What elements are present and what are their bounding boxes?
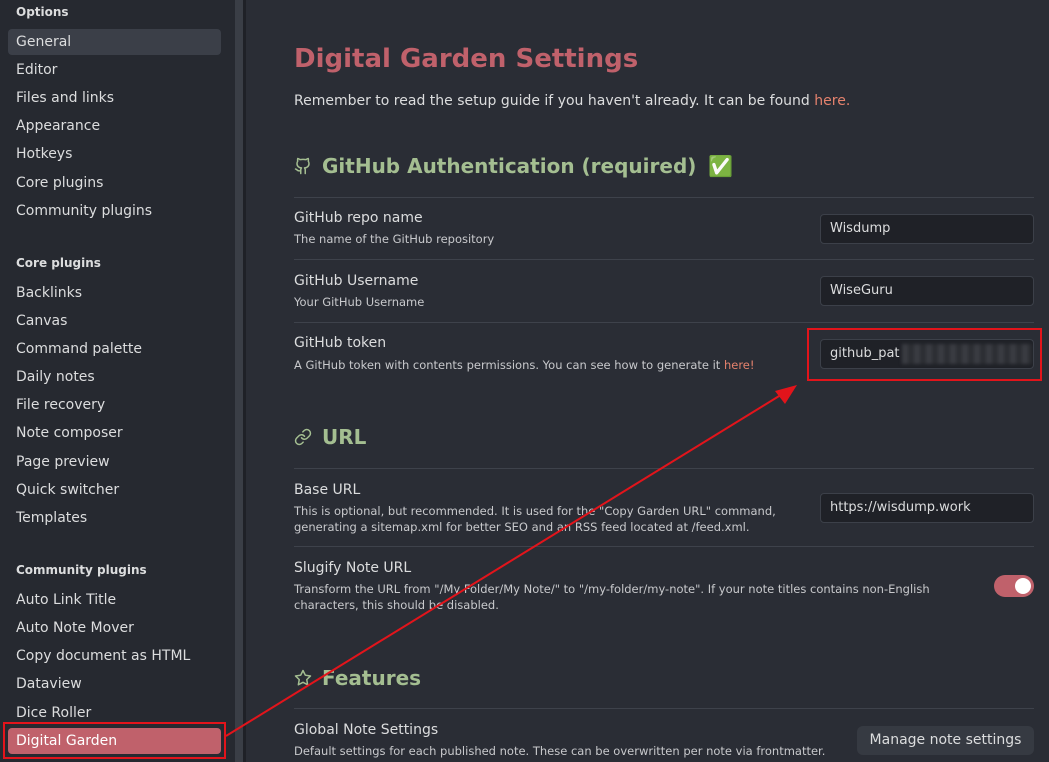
manage-note-settings-button[interactable]: Manage note settings — [857, 726, 1034, 755]
sidebar-item-page-preview[interactable]: Page preview — [8, 449, 221, 475]
sidebar-item-daily-notes[interactable]: Daily notes — [8, 364, 221, 390]
section-features-title: Features — [322, 666, 422, 690]
settings-content: Digital Garden Settings Remember to read… — [246, 0, 1049, 762]
username-description: Your GitHub Username — [294, 295, 425, 309]
link-icon — [294, 428, 312, 446]
base-url-input[interactable]: https://wisdump.work — [820, 493, 1034, 523]
sidebar-item-copy-document-as-html[interactable]: Copy document as HTML — [8, 643, 221, 669]
setup-guide-link[interactable]: here. — [814, 93, 850, 109]
global-settings-label: Global Note Settings — [294, 722, 439, 738]
token-description-text: A GitHub token with contents permissions… — [294, 358, 724, 372]
group-title-options: Options — [16, 5, 69, 19]
sidebar-item-hotkeys[interactable]: Hotkeys — [8, 141, 221, 167]
repo-name-description: The name of the GitHub repository — [294, 232, 495, 246]
base-url-description: This is optional, but recommended. It is… — [294, 503, 776, 535]
section-github: GitHub Authentication (required) ✅ — [294, 154, 733, 178]
intro-text: Remember to read the setup guide if you … — [294, 93, 850, 109]
divider — [294, 708, 1034, 709]
slugify-label: Slugify Note URL — [294, 560, 412, 576]
sidebar-item-core-plugins[interactable]: Core plugins — [8, 170, 221, 196]
slugify-description-line1: Transform the URL from "/My Folder/My No… — [294, 582, 930, 596]
base-url-description-line2: generating a sitemap.xml for better SEO … — [294, 520, 750, 534]
token-label: GitHub token — [294, 335, 387, 351]
sidebar-scrollbar[interactable] — [235, 0, 243, 762]
global-settings-description: Default settings for each published note… — [294, 744, 826, 758]
token-help-link[interactable]: here! — [724, 358, 755, 372]
sidebar-item-canvas[interactable]: Canvas — [8, 308, 221, 334]
sidebar-item-general[interactable]: General — [8, 29, 221, 55]
repo-name-label: GitHub repo name — [294, 210, 423, 226]
toggle-knob — [1015, 578, 1031, 594]
section-github-title: GitHub Authentication (required) — [322, 154, 697, 178]
section-url: URL — [294, 425, 366, 449]
star-icon — [294, 669, 312, 687]
divider — [294, 546, 1034, 547]
sidebar-item-dataview[interactable]: Dataview — [8, 671, 221, 697]
divider — [294, 259, 1034, 260]
github-icon — [294, 157, 312, 175]
username-input[interactable]: WiseGuru — [820, 276, 1034, 306]
annotation-token-highlight — [807, 328, 1042, 381]
settings-sidebar: Options General Editor Files and links A… — [0, 0, 235, 762]
section-features: Features — [294, 666, 421, 690]
repo-name-input[interactable]: Wisdump — [820, 214, 1034, 244]
divider — [294, 197, 1034, 198]
sidebar-item-community-plugins[interactable]: Community plugins — [8, 198, 221, 224]
sidebar-item-auto-link-title[interactable]: Auto Link Title — [8, 587, 221, 613]
token-description: A GitHub token with contents permissions… — [294, 357, 755, 373]
divider — [294, 468, 1034, 469]
sidebar-item-templates[interactable]: Templates — [8, 505, 221, 531]
sidebar-item-file-recovery[interactable]: File recovery — [8, 392, 221, 418]
sidebar-item-backlinks[interactable]: Backlinks — [8, 280, 221, 306]
page-title: Digital Garden Settings — [294, 44, 639, 74]
divider — [294, 322, 1034, 323]
sidebar-item-note-composer[interactable]: Note composer — [8, 420, 221, 446]
group-title-core-plugins: Core plugins — [16, 256, 101, 270]
slugify-description: Transform the URL from "/My Folder/My No… — [294, 581, 930, 613]
slugify-description-line2: characters, this should be disabled. — [294, 598, 499, 612]
sidebar-item-editor[interactable]: Editor — [8, 57, 221, 83]
group-title-community-plugins: Community plugins — [16, 563, 147, 577]
check-mark-icon: ✅ — [708, 154, 734, 178]
base-url-label: Base URL — [294, 482, 361, 498]
annotation-digital-garden-highlight — [3, 722, 226, 759]
sidebar-item-command-palette[interactable]: Command palette — [8, 336, 221, 362]
section-url-title: URL — [322, 425, 367, 449]
intro-text-body: Remember to read the setup guide if you … — [294, 93, 815, 109]
base-url-description-line1: This is optional, but recommended. It is… — [294, 504, 776, 518]
sidebar-item-quick-switcher[interactable]: Quick switcher — [8, 477, 221, 503]
username-label: GitHub Username — [294, 273, 419, 289]
sidebar-item-files-and-links[interactable]: Files and links — [8, 85, 221, 111]
slugify-toggle[interactable] — [994, 575, 1034, 597]
sidebar-item-appearance[interactable]: Appearance — [8, 113, 221, 139]
sidebar-item-auto-note-mover[interactable]: Auto Note Mover — [8, 615, 221, 641]
